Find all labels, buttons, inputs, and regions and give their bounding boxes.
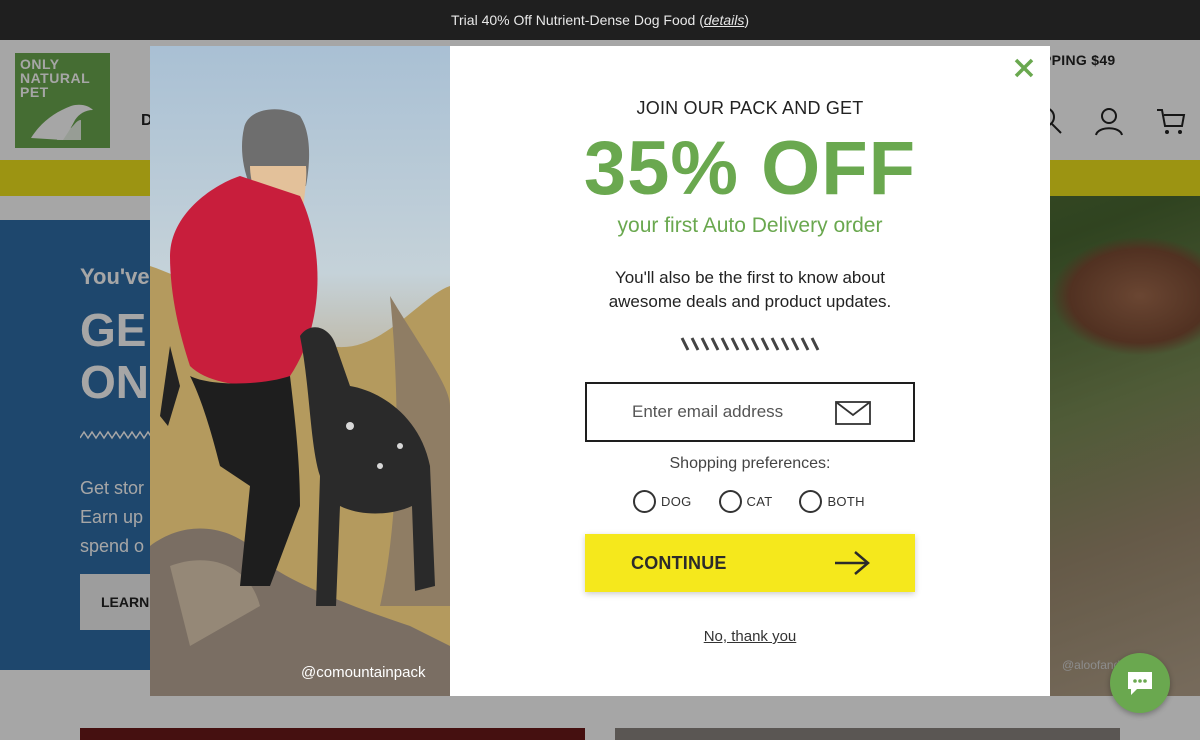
pref-radio-cat[interactable]: [718, 489, 742, 513]
continue-button[interactable]: CONTINUE: [585, 534, 915, 592]
close-icon[interactable]: [1012, 56, 1036, 80]
announcement-text: Trial 40% Off Nutrient-Dense Dog Food (: [450, 12, 704, 28]
modal-photo-illustration: [150, 109, 450, 696]
modal-content: JOIN OUR PACK AND GET 35% OFF your first…: [450, 46, 1050, 696]
mail-icon: [835, 401, 871, 425]
announcement-close-paren: ): [744, 12, 750, 28]
pref-option-label: CAT: [746, 493, 773, 509]
pref-radio-both[interactable]: [799, 489, 823, 513]
arrow-right-icon: [835, 551, 870, 575]
announcement-details-link[interactable]: details: [704, 12, 744, 28]
pref-option-both[interactable]: BOTH: [799, 489, 865, 513]
modal-discount-headline: 35% OFF: [583, 126, 917, 211]
modal-pretitle: JOIN OUR PACK AND GET: [636, 98, 864, 118]
modal-description-line-1: You'll also be the first to know about: [614, 268, 886, 287]
zigzag-divider: [680, 337, 820, 351]
email-field[interactable]: [585, 382, 915, 442]
pref-option-dog[interactable]: DOG: [633, 489, 692, 513]
signup-modal: @comountainpack JOIN OUR PACK AND GET 35…: [150, 46, 1050, 696]
no-thanks-link[interactable]: No, thank you: [450, 628, 1050, 645]
pref-option-cat[interactable]: CAT: [718, 489, 773, 513]
chat-icon: [1128, 672, 1152, 695]
shopping-preferences-options: DOG CAT BOTH: [633, 489, 892, 513]
modal-description: You'll also be the first to know about a…: [570, 266, 930, 314]
pref-option-label: BOTH: [827, 493, 865, 509]
chat-button[interactable]: [1110, 653, 1170, 713]
email-input[interactable]: [587, 402, 827, 422]
continue-button-label: CONTINUE: [631, 552, 727, 573]
announcement-bar: Trial 40% Off Nutrient-Dense Dog Food (d…: [0, 0, 1200, 40]
modal-description-line-2: awesome deals and product updates.: [608, 292, 892, 311]
shopping-preferences-label: Shopping preferences:: [669, 455, 831, 472]
pref-option-label: DOG: [661, 493, 692, 509]
modal-subtitle: your first Auto Delivery order: [617, 214, 883, 237]
pref-radio-dog[interactable]: [633, 489, 656, 513]
modal-photo: @comountainpack: [150, 46, 450, 696]
photo-credit: @comountainpack: [301, 664, 426, 681]
